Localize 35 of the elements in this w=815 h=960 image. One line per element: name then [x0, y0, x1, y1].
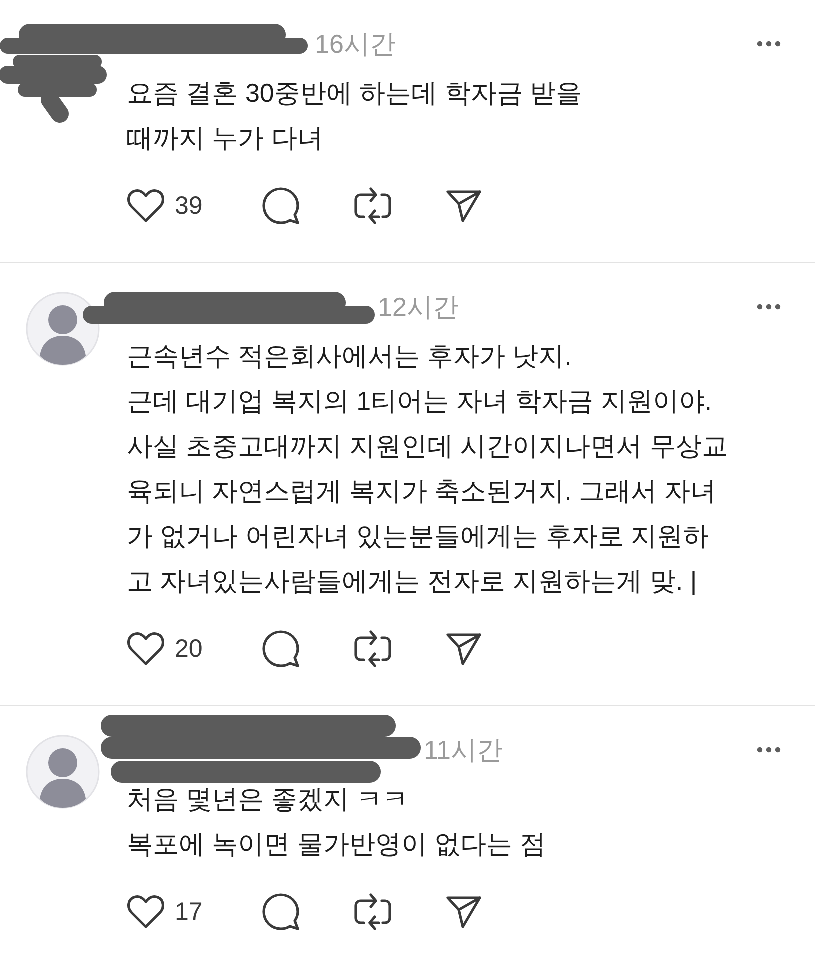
post-time: 16시간 [315, 28, 396, 61]
repost-button[interactable] [354, 187, 392, 225]
comment-icon [262, 893, 300, 931]
send-icon [446, 632, 482, 666]
share-button[interactable] [446, 189, 482, 223]
repost-icon [354, 187, 392, 225]
avatar-icon[interactable] [26, 735, 100, 809]
more-options-icon[interactable] [757, 41, 781, 47]
like-button[interactable]: 39 [127, 189, 203, 223]
heart-icon [127, 895, 165, 929]
comment-text: 처음 몇년은 좋겠지 ㅋㅋ 복포에 녹이면 물가반영이 없다는 점 [127, 783, 546, 861]
repost-icon [354, 630, 392, 668]
send-icon [446, 189, 482, 223]
comment-text: 요즘 결혼 30중반에 하는데 학자금 받을 때까지 누가 다녀 [127, 77, 582, 155]
share-button[interactable] [446, 632, 482, 666]
post-time: 12시간 [378, 291, 459, 324]
post-time: 11시간 [424, 734, 503, 767]
repost-icon [354, 893, 392, 931]
comment-text: 근속년수 적은회사에서는 후자가 낫지. 근데 대기업 복지의 1티어는 자녀 학자금 지원이야. 사실 초중고대까지 지원인데 시간이지나면서 무상교 육되니 자연스럽게 복지가 축소된거지. 그래서 자녀 가 없거나 어린자녀 있는분들에게는 후자로 지원하 고 자녀있는사람들에게는 전자로 지원하는게 맞. | [127, 340, 728, 598]
comment-icon [262, 187, 300, 225]
more-options-icon[interactable] [757, 304, 781, 310]
comment-button[interactable] [262, 187, 300, 225]
comment-button[interactable] [262, 893, 300, 931]
comment-button[interactable] [262, 630, 300, 668]
heart-icon [127, 632, 165, 666]
more-options-icon[interactable] [757, 747, 781, 753]
repost-button[interactable] [354, 893, 392, 931]
send-icon [446, 895, 482, 929]
like-button[interactable]: 17 [127, 895, 203, 929]
like-button[interactable]: 20 [127, 632, 203, 666]
avatar-icon[interactable] [26, 292, 100, 366]
comment-icon [262, 630, 300, 668]
heart-icon [127, 189, 165, 223]
share-button[interactable] [446, 895, 482, 929]
repost-button[interactable] [354, 630, 392, 668]
